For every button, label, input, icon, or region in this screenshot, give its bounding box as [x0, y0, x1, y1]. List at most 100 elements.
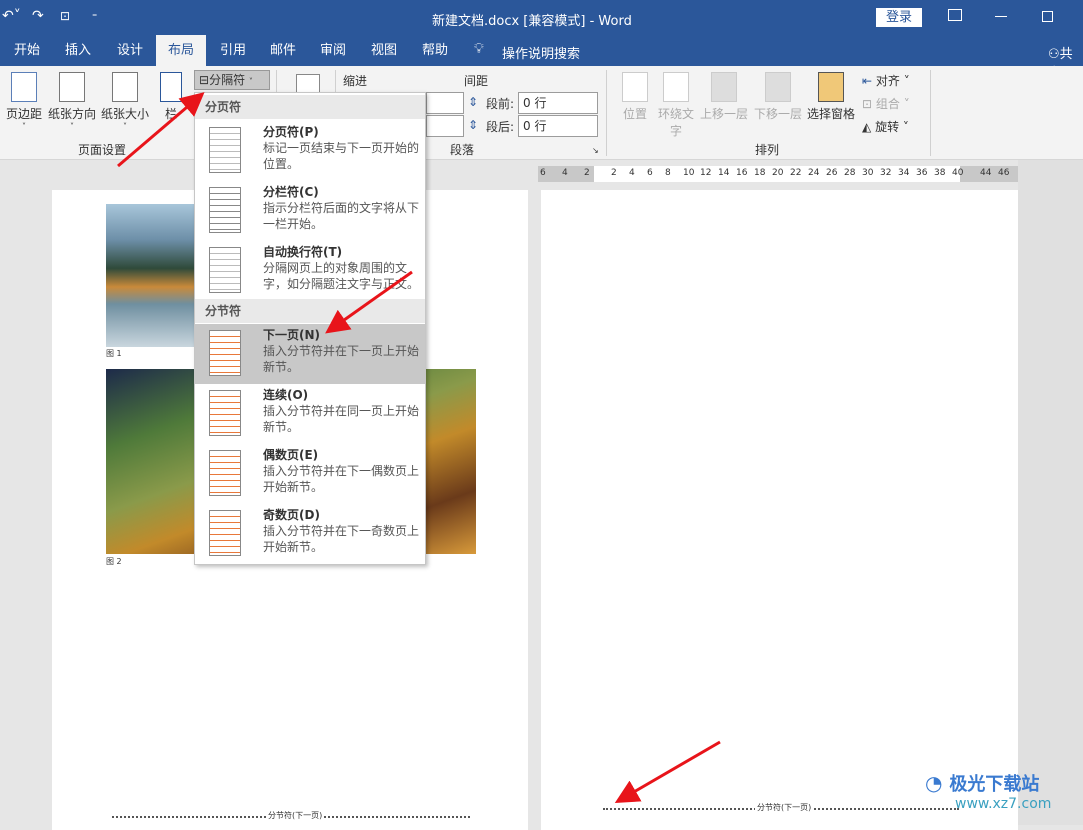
page-2[interactable]: 分节符(下一页) [541, 190, 1018, 830]
label: 环绕文字 [657, 107, 694, 138]
menu-item-title: 自动换行符(T) [263, 245, 343, 259]
section-break-label: 分节符(下一页) [755, 802, 814, 813]
page-break-icon [209, 127, 241, 173]
spacing-before-input[interactable]: 0 行 [518, 92, 598, 114]
ribbon-tabs: 开始 插入 设计 布局 引用 邮件 审阅 视图 帮助 💡︎ 操作说明搜索 ⚇共享 [0, 35, 1083, 81]
section-break-label: 分节符(下一页) [266, 810, 325, 821]
watermark-logo: ◔ 极光下载站 www.xz7.com [925, 771, 1052, 812]
breaks-dropdown-menu: 分页符 分页符(P) 标记一页结束与下一页开始的位置。 分栏符(C) 指示分栏符后面的… [194, 92, 426, 565]
tab-layout[interactable]: 布局 [156, 35, 207, 66]
label: 栏 [164, 107, 177, 121]
tab-insert[interactable]: 插入 [53, 35, 103, 66]
tab-home[interactable]: 开始 [2, 35, 52, 66]
image-1[interactable] [106, 204, 194, 347]
tell-me-search[interactable]: 操作说明搜索 [502, 43, 580, 62]
lightbulb-icon: 💡︎ [474, 41, 484, 57]
menu-item-title: 奇数页(D) [263, 508, 320, 522]
ruler-tick-label: 10 [683, 168, 695, 178]
ruler-tick-label: 4 [629, 168, 635, 178]
minimize-icon[interactable] [995, 16, 1007, 17]
menu-item-title: 分页符(P) [263, 125, 319, 139]
tab-view[interactable]: 视图 [359, 35, 409, 66]
margins-button[interactable]: 页边距 ˅ [4, 72, 44, 131]
tab-references[interactable]: 引用 [208, 35, 258, 66]
breaks-button[interactable]: ⊟分隔符 ˅ [194, 70, 270, 90]
margins-icon [11, 72, 37, 102]
rotate-icon: ◭ [862, 120, 872, 134]
menu-header-page-breaks: 分页符 [195, 95, 425, 119]
paragraph-launcher-icon[interactable]: ↘ [592, 146, 599, 155]
bring-forward-icon [711, 72, 737, 102]
menu-item-description: 插入分节符并在下一奇数页上开始新节。 [263, 524, 420, 554]
next-page-icon [209, 330, 241, 376]
continuous-icon [209, 390, 241, 436]
group-paragraph: 段落 [450, 143, 475, 157]
bring-forward-button[interactable]: 上移一层 [698, 72, 750, 122]
menu-header-section-breaks: 分节符 [195, 299, 425, 323]
ruler-tick-label: 26 [826, 168, 838, 178]
menu-item-column-break[interactable]: 分栏符(C) 指示分栏符后面的文字将从下一栏开始。 [195, 181, 425, 241]
indent-right-input[interactable] [426, 115, 464, 137]
ruler-tick-label: 46 [998, 168, 1010, 178]
menu-item-description: 分隔网页上的对象周围的文字，如分隔题注文字与正文。 [263, 261, 420, 291]
vertical-scrollbar[interactable] [1018, 160, 1083, 825]
selection-pane-icon [818, 72, 844, 102]
label: 下移一层 [753, 107, 802, 121]
menu-item-title: 连续(O) [263, 388, 309, 402]
tab-design[interactable]: 设计 [105, 35, 155, 66]
ruler-tick-label: 22 [790, 168, 802, 178]
rotate-button[interactable]: ◭ 旋转 ˅ [862, 118, 909, 135]
customize-qat-icon[interactable]: ₌ [92, 9, 97, 20]
ruler-tick-label: 30 [862, 168, 874, 178]
wrap-text-button[interactable]: 环绕文字 [656, 72, 696, 139]
title-bar: ↶˅ ↷ ⊡ ₌ 新建文档.docx [兼容模式] - Word 登录 [0, 0, 1083, 35]
menu-item-description: 插入分节符并在同一页上开始新节。 [263, 404, 420, 434]
after-label: 段后: [486, 120, 515, 134]
column-break-icon [209, 187, 241, 233]
group-arrange: 排列 [755, 143, 780, 157]
send-backward-button[interactable]: 下移一层 [752, 72, 804, 122]
ruler-tick-label: 14 [718, 168, 730, 178]
menu-item-description: 插入分节符并在下一页上开始新节。 [263, 344, 420, 374]
menu-item-continuous[interactable]: 连续(O) 插入分节符并在同一页上开始新节。 [195, 384, 425, 444]
spacing-after-icon: ⇕ [468, 118, 479, 132]
undo-icon[interactable]: ↶˅ [2, 8, 21, 24]
menu-item-page-break[interactable]: 分页符(P) 标记一页结束与下一页开始的位置。 [195, 121, 425, 181]
ruler-tick-label: 6 [540, 168, 546, 178]
paper-size-icon [112, 72, 138, 102]
ruler-tick-label: 32 [880, 168, 892, 178]
menu-item-description: 指示分栏符后面的文字将从下一栏开始。 [263, 201, 420, 231]
ruler-tick-label: 12 [700, 168, 712, 178]
orientation-button[interactable]: 纸张方向 ˅ [46, 72, 98, 131]
align-button[interactable]: ⇤ 对齐 ˅ [862, 72, 910, 89]
group-objects-button[interactable]: ⊡ 组合 ˅ [862, 95, 910, 112]
ruler-tick-label: 40 [952, 168, 964, 178]
maximize-icon[interactable] [1042, 11, 1053, 22]
ruler-tick-label: 36 [916, 168, 928, 178]
selection-pane-button[interactable]: 选择窗格 [805, 72, 857, 122]
menu-item-even-page[interactable]: 偶数页(E) 插入分节符并在下一偶数页上开始新节。 [195, 444, 425, 504]
breaks-icon: ⊟ [199, 73, 210, 87]
tab-review[interactable]: 审阅 [308, 35, 358, 66]
size-button[interactable]: 纸张大小 ˅ [99, 72, 151, 131]
indent-left-input[interactable] [426, 92, 464, 114]
position-button[interactable]: 位置 [618, 72, 652, 122]
tab-mailings[interactable]: 邮件 [258, 35, 308, 66]
menu-item-description: 插入分节符并在下一偶数页上开始新节。 [263, 464, 420, 494]
ruler-tick-label: 4 [562, 168, 568, 178]
touch-mode-icon[interactable]: ⊡ [60, 9, 70, 23]
even-page-icon [209, 450, 241, 496]
label: 上移一层 [699, 107, 748, 121]
person-icon: ⚇ [1048, 47, 1060, 62]
login-button[interactable]: 登录 [876, 8, 922, 27]
menu-item-text-wrapping-break[interactable]: 自动换行符(T) 分隔网页上的对象周围的文字，如分隔题注文字与正文。 [195, 241, 425, 301]
ruler-tick-label: 38 [934, 168, 946, 178]
columns-button[interactable]: 栏 [156, 72, 186, 122]
position-icon [622, 72, 648, 102]
ribbon-display-icon[interactable] [948, 9, 962, 21]
menu-item-odd-page[interactable]: 奇数页(D) 插入分节符并在下一奇数页上开始新节。 [195, 504, 425, 564]
redo-icon[interactable]: ↷ [32, 8, 44, 24]
spacing-after-input[interactable]: 0 行 [518, 115, 598, 137]
tab-help[interactable]: 帮助 [410, 35, 460, 66]
menu-item-next-page[interactable]: 下一页(N) 插入分节符并在下一页上开始新节。 [195, 324, 425, 384]
